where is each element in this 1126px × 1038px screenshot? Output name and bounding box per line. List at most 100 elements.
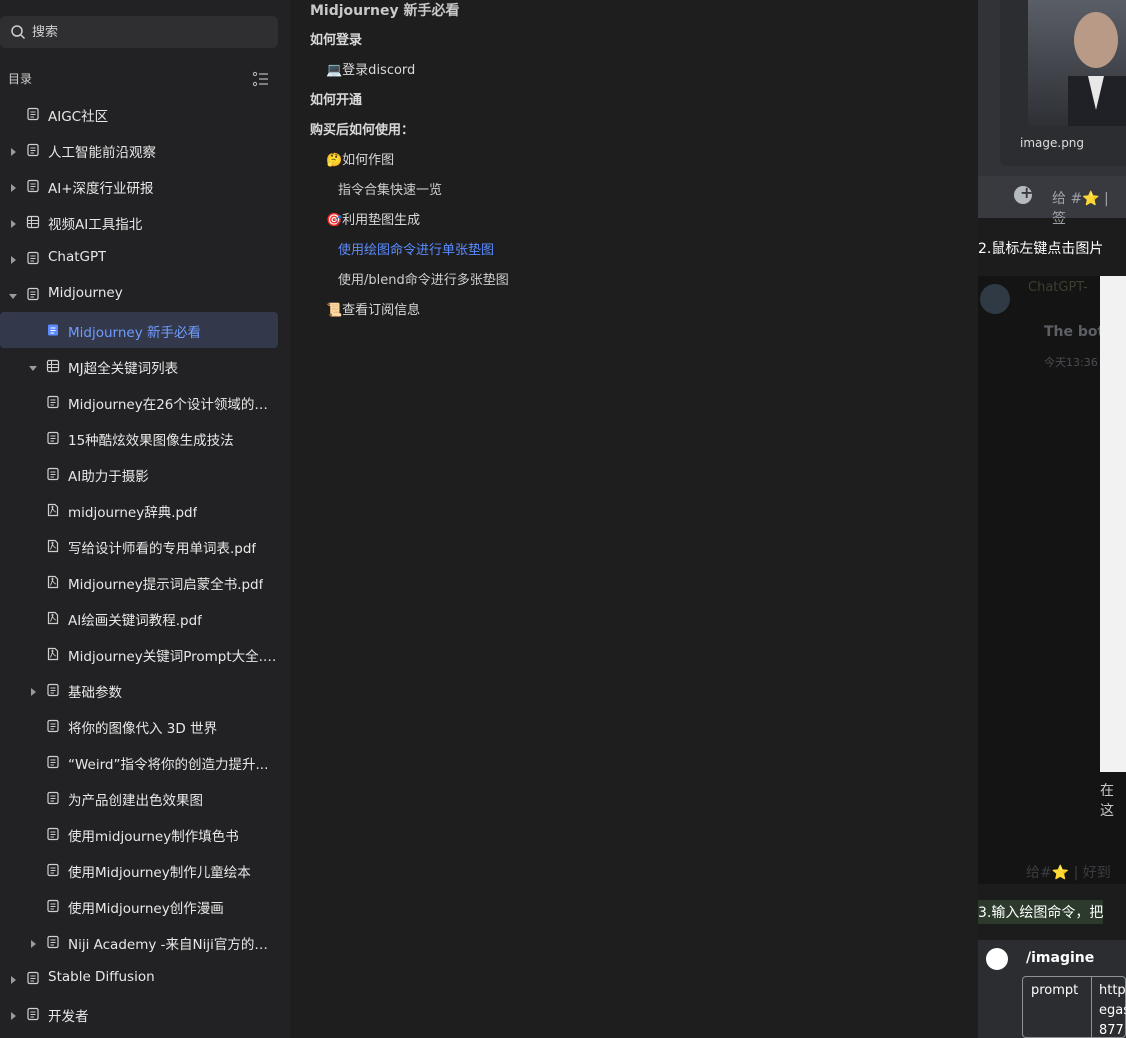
- search-icon: [10, 24, 26, 40]
- table-doc-icon: [46, 359, 60, 373]
- tree-item[interactable]: 15种酷炫效果图像生成技法: [0, 420, 278, 456]
- outline-item[interactable]: 📜查看订阅信息: [326, 299, 420, 318]
- caret-down-icon[interactable]: [8, 289, 18, 299]
- command-box: /imagine prompt http egas 877: [978, 940, 1126, 1038]
- doc-icon: [46, 791, 60, 805]
- tree-item-label: 写给设计师看的专用单词表.pdf: [68, 541, 257, 557]
- pdf-file-icon: [46, 611, 60, 625]
- outline-item[interactable]: 如何登录: [310, 29, 362, 48]
- toc-header: 目录: [8, 70, 270, 88]
- tree-item-label: 将你的图像代入 3D 世界: [68, 721, 218, 737]
- bot-avatar: [980, 284, 1010, 314]
- tree-item[interactable]: 写给设计师看的专用单词表.pdf: [0, 528, 278, 564]
- caret-right-icon[interactable]: [28, 685, 38, 696]
- tree-item[interactable]: 使用Midjourney创作漫画: [0, 888, 278, 924]
- tree-item[interactable]: Midjourney 新手必看: [0, 312, 278, 348]
- caret-right-icon[interactable]: [8, 1009, 18, 1020]
- outline-item[interactable]: 💻登录discord: [326, 59, 415, 78]
- list-toggle-icon[interactable]: [252, 70, 270, 88]
- search-input[interactable]: [32, 16, 272, 48]
- tree-item-label: 开发者: [48, 1009, 89, 1025]
- pdf-file-icon: [46, 503, 60, 517]
- tree-item[interactable]: Stable Diffusion: [0, 960, 278, 996]
- tree-item-label: AI绘画关键词教程.pdf: [68, 613, 202, 629]
- bot-message: The bot: [1044, 324, 1105, 340]
- outline-item[interactable]: 🎯利用垫图生成: [326, 209, 420, 228]
- tree-item-label: 使用midjourney制作填色书: [68, 829, 239, 845]
- image-edge: [1100, 276, 1126, 772]
- discord-screenshot-top: image.png + 给 #⭐ | 签: [978, 0, 1126, 227]
- tree-item[interactable]: 使用midjourney制作填色书: [0, 816, 278, 852]
- doc-tree: AIGC社区 人工智能前沿观察 AI+深度行业研报 视频AI工具指北 ChatGPT Mi…: [0, 96, 290, 1032]
- doc-icon: [26, 143, 40, 157]
- tree-item-label: AI助力于摄影: [68, 469, 149, 485]
- tree-item[interactable]: MJ超全关键词列表: [0, 348, 278, 384]
- doc-icon: [46, 899, 60, 913]
- document-content: image.png + 给 #⭐ | 签 2.鼠标左键点击图片 ChatGPT-…: [978, 0, 1126, 1038]
- bot-name: ChatGPT-: [1028, 280, 1088, 295]
- doc-icon: [26, 971, 40, 985]
- bot-time: 今天13:36: [1044, 356, 1098, 369]
- tree-item-label: ChatGPT: [48, 249, 107, 265]
- doc-icon: [46, 395, 60, 409]
- doc-icon: [26, 107, 40, 121]
- tree-item[interactable]: 人工智能前沿观察: [0, 132, 278, 168]
- outline-item[interactable]: 使用/blend命令进行多张垫图: [338, 269, 509, 288]
- tree-item-label: MJ超全关键词列表: [68, 361, 179, 377]
- prompt-field[interactable]: prompt http egas 877: [1022, 976, 1126, 1038]
- midjourney-logo-icon: [986, 948, 1008, 970]
- tree-item[interactable]: AI助力于摄影: [0, 456, 278, 492]
- step-3-text: 3.输入绘图命令，把: [978, 900, 1104, 924]
- tree-item[interactable]: “Weird”指令将你的创造力提升...: [0, 744, 278, 780]
- tree-item[interactable]: AI绘画关键词教程.pdf: [0, 600, 278, 636]
- tree-item-label: 使用Midjourney创作漫画: [68, 901, 224, 917]
- tree-item[interactable]: Midjourney提示词启蒙全书.pdf: [0, 564, 278, 600]
- tree-item-label: 为产品创建出色效果图: [68, 793, 203, 809]
- plus-glyph: +: [1020, 183, 1034, 202]
- tree-item[interactable]: midjourney辞典.pdf: [0, 492, 278, 528]
- tree-item-label: “Weird”指令将你的创造力提升...: [68, 757, 269, 773]
- tree-item[interactable]: AIGC社区: [0, 96, 278, 132]
- tree-item[interactable]: Midjourney在26个设计领域的应用: [0, 384, 278, 420]
- tree-item-label: Midjourney关键词Prompt大全.pdf: [68, 649, 278, 665]
- toc-title: 目录: [8, 72, 33, 86]
- tree-item[interactable]: Midjourney关键词Prompt大全.pdf: [0, 636, 278, 672]
- outline-item[interactable]: 购买后如何使用：: [310, 119, 414, 138]
- search-box[interactable]: [0, 16, 278, 48]
- tree-item[interactable]: 将你的图像代入 3D 世界: [0, 708, 278, 744]
- outline-panel: Midjourney 新手必看 如何登录 💻登录discord 如何开通 购买后…: [290, 0, 978, 1038]
- tree-item[interactable]: 基础参数: [0, 672, 278, 708]
- outline-item[interactable]: 🤔如何作图: [326, 149, 394, 168]
- doc-icon: [46, 827, 60, 841]
- pdf-file-icon: [46, 575, 60, 589]
- tree-item[interactable]: AI+深度行业研报: [0, 168, 278, 204]
- tree-item[interactable]: 视频AI工具指北: [0, 204, 278, 240]
- outline-item[interactable]: 如何开通: [310, 89, 362, 108]
- tree-item[interactable]: 为产品创建出色效果图: [0, 780, 278, 816]
- tree-item[interactable]: 开发者: [0, 996, 278, 1032]
- caret-right-icon[interactable]: [8, 181, 18, 192]
- outline-item-active[interactable]: 使用绘图命令进行单张垫图: [338, 239, 494, 258]
- caret-right-icon[interactable]: [28, 937, 38, 948]
- discord-screenshot-middle: ChatGPT- The bot 今天13:36 在这 给#⭐ | 好到: [978, 276, 1126, 884]
- outline-item[interactable]: 指令合集快速一览: [338, 179, 442, 198]
- caret-right-icon[interactable]: [8, 253, 18, 264]
- table-doc-icon: [26, 215, 40, 229]
- message-input[interactable]: + 给 #⭐ | 签: [978, 176, 1126, 227]
- doc-icon: [46, 755, 60, 769]
- tree-item[interactable]: ChatGPT: [0, 240, 278, 276]
- caret-down-icon[interactable]: [28, 361, 38, 371]
- step-2-text: 2.鼠标左键点击图片: [978, 241, 1104, 257]
- tree-item[interactable]: Niji Academy -来自Niji官方的绘...: [0, 924, 278, 960]
- caret-right-icon[interactable]: [8, 217, 18, 228]
- doc-icon: [46, 431, 60, 445]
- caret-right-icon[interactable]: [8, 145, 18, 156]
- doc-icon: [26, 1007, 40, 1021]
- tree-item[interactable]: Midjourney: [0, 276, 278, 312]
- tree-item[interactable]: 使用Midjourney制作儿童绘本: [0, 852, 278, 888]
- tree-item-label: Midjourney提示词启蒙全书.pdf: [68, 577, 264, 593]
- doc-icon: [26, 287, 40, 301]
- input-hint-2: 给#⭐ | 好到: [1026, 865, 1111, 881]
- caret-right-icon[interactable]: [8, 973, 18, 984]
- command-name: /imagine: [1026, 950, 1095, 966]
